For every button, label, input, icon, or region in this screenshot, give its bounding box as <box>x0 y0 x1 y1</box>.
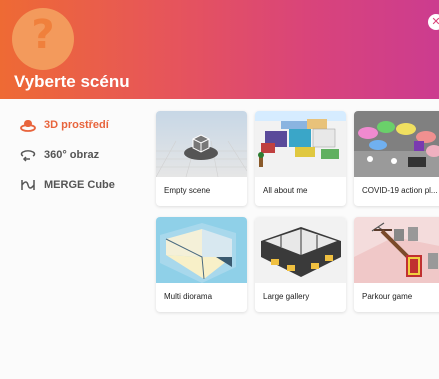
category-sidebar: 3D prostředí 360° obraz MERGE Cube <box>18 110 148 200</box>
scene-thumbnail <box>354 217 439 283</box>
sidebar-item-3d-environment[interactable]: 3D prostředí <box>18 110 148 140</box>
sidebar-item-label: MERGE Cube <box>44 179 115 191</box>
scene-card-label: Parkour game <box>362 292 413 301</box>
merge-cube-icon <box>18 178 38 192</box>
dialog-header: ? Vyberte scénu ✕ <box>0 0 439 99</box>
sidebar-item-label: 3D prostředí <box>44 119 109 131</box>
scene-card-label: Large gallery <box>263 292 310 301</box>
scene-card-large-gallery[interactable]: Large gallery <box>255 217 346 312</box>
scene-card-label: Empty scene <box>164 186 211 195</box>
scene-card-label: Multi diorama <box>164 292 213 301</box>
scene-thumbnail <box>156 217 247 283</box>
scene-thumbnail <box>255 111 346 177</box>
360-image-icon <box>18 148 38 162</box>
scene-card-label: COVID-19 action pl... <box>362 186 438 195</box>
scene-thumbnail <box>255 217 346 283</box>
sidebar-item-360-image[interactable]: 360° obraz <box>18 140 148 170</box>
3d-environment-icon <box>18 118 38 132</box>
scene-thumbnail <box>354 111 439 177</box>
sidebar-item-merge-cube[interactable]: MERGE Cube <box>18 170 148 200</box>
scene-card-covid-19-action-plan[interactable]: COVID-19 action pl... <box>354 111 439 206</box>
scene-picker-dialog: ? Vyberte scénu ✕ 3D prostředí 360° obra… <box>0 0 439 379</box>
help-badge: ? <box>12 8 74 70</box>
scene-card-parkour-game[interactable]: Parkour game <box>354 217 439 312</box>
scene-card-empty[interactable]: Empty scene <box>156 111 247 206</box>
sidebar-item-label: 360° obraz <box>44 149 100 161</box>
dialog-title: Vyberte scénu <box>14 72 130 91</box>
scene-card-label: All about me <box>263 186 308 195</box>
scene-thumbnail <box>156 111 247 177</box>
scene-card-all-about-me[interactable]: All about me <box>255 111 346 206</box>
scene-card-multi-diorama[interactable]: Multi diorama <box>156 217 247 312</box>
close-icon[interactable]: ✕ <box>428 14 439 30</box>
question-mark-icon: ? <box>31 12 55 58</box>
